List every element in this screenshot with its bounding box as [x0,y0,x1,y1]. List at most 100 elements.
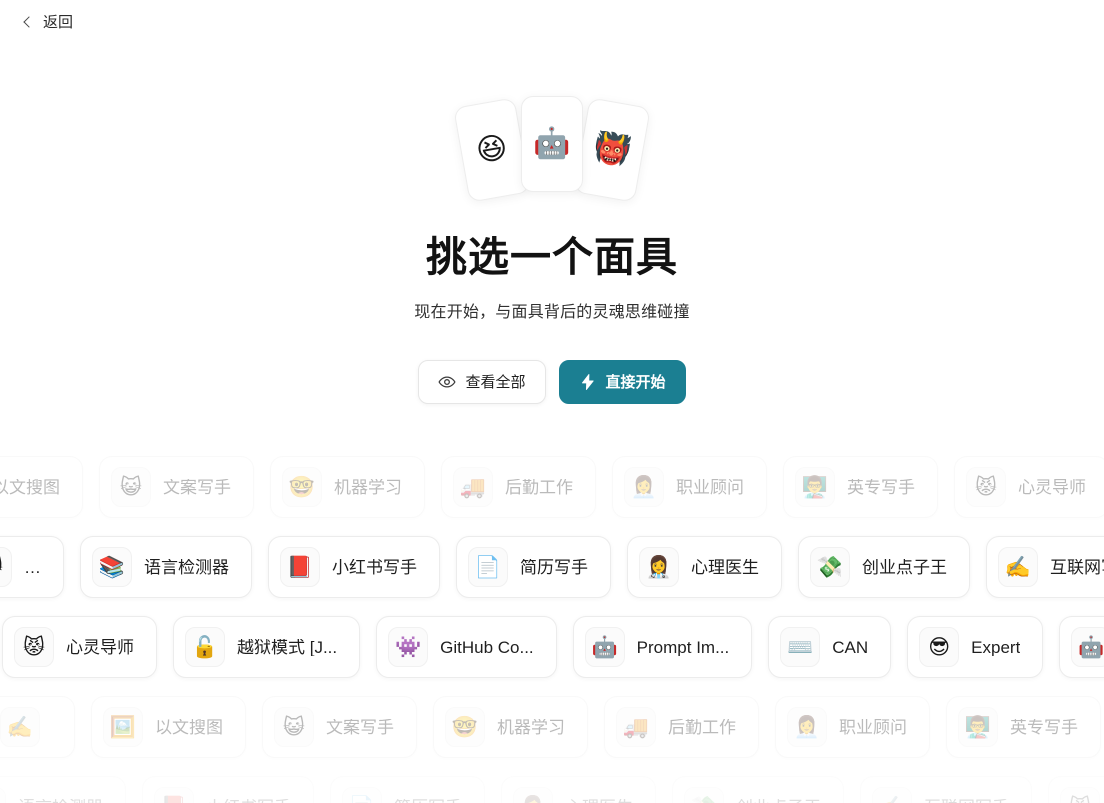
start-button[interactable]: 直接开始 [558,360,686,405]
mask-chip-label: 简历写手 [520,558,588,576]
mask-emoji-icon: 🚚 [453,467,493,507]
mask-chip-label: GitHub Co... [440,638,534,656]
mask-emoji-icon: 💸 [810,547,850,587]
mask-chip[interactable]: 📄 简历写手 [330,776,485,803]
mask-chip-label: 心灵导师 [66,638,134,656]
mask-chip-label: 心理医生 [691,558,759,576]
mask-chip[interactable]: 📚 语言检测器 [80,536,252,598]
robot-mask-card: 🤖 [521,96,583,192]
mask-emoji-icon: ✍️ [998,547,1038,587]
mask-chip[interactable]: 😾 心灵导师 [2,616,157,678]
mask-chip-label: 创业点子王 [736,799,821,803]
mask-emoji-icon: 📕 [280,547,320,587]
back-button[interactable]: 返回 [18,13,77,32]
mask-chip[interactable]: 📕 小红书写手 [142,776,314,803]
mask-chip-label: 创业点子王 [862,558,947,576]
back-button-label: 返回 [43,13,74,31]
mask-emoji-icon: ✍️ [0,707,40,747]
mask-card-stack: 😆 🤖 👹 [0,96,1104,216]
mask-emoji-icon: 📕 [154,787,194,803]
mask-emoji-icon: 😎 [919,627,960,667]
mask-chip[interactable]: 💸 创业点子王 [798,536,970,598]
mask-emoji-icon: 💸 [684,787,724,803]
mask-row-2: 😾…📚语言检测器📕小红书写手📄简历写手👩‍⚕️心理医生💸创业点子王✍️互联网写手 [0,527,1104,607]
mask-chip[interactable]: 🤓 机器学习 [433,696,588,758]
mask-emoji-icon: 📄 [342,787,382,803]
mask-chip[interactable]: 🖼️以文搜图 [91,696,246,758]
mask-emoji-icon: 🖼️ [103,707,143,747]
mask-chip[interactable]: ✍️ 互联网写手 [860,776,1032,803]
view-all-button[interactable]: 查看全部 [418,360,546,405]
mask-chip[interactable]: 📄 简历写手 [456,536,611,598]
mask-chip-label: 小红书写手 [206,799,291,803]
mask-chip[interactable]: 👩‍⚕️ 心理医生 [501,776,656,803]
mask-emoji-icon: 😾 [0,547,12,587]
mask-emoji-icon: 😾 [1060,787,1100,803]
mask-chip[interactable]: ✍️ 互联网写手 [986,536,1104,598]
mask-chip[interactable]: 😾 [1048,776,1104,803]
mask-chip[interactable]: 🚚 后勤工作 [604,696,759,758]
lightning-icon [579,373,597,391]
mask-chip-label: 机器学习 [334,478,402,496]
mask-emoji-icon: 📚 [0,787,6,803]
ogre-icon: 👹 [590,130,634,169]
squinting-face-mask-card: 😆 [453,97,531,203]
mask-emoji-icon: 🤖 [584,627,625,667]
mask-chip-label: 语言检测器 [144,558,229,576]
mask-row-4: ✍️🖼️以文搜图😺文案写手🤓机器学习🚚后勤工作👩‍💼职业顾问👨‍🏫英专写手😾 [0,687,1104,767]
chevron-left-icon [22,16,34,28]
mask-chip[interactable]: 👨‍🏫 英专写手 [783,456,938,518]
mask-chip[interactable]: 👨‍🏫 英专写手 [946,696,1101,758]
mask-chip-label: 文案写手 [163,478,231,496]
mask-chip[interactable]: 😺 文案写手 [262,696,417,758]
mask-chip[interactable]: 👩‍💼 职业顾问 [775,696,930,758]
robot-icon: 🤖 [533,127,571,160]
mask-chip[interactable]: 😎 Expert [907,616,1044,678]
mask-chip[interactable]: 😾 心灵导师 [954,456,1104,518]
mask-chip-label: … [24,558,41,576]
view-all-label: 查看全部 [465,373,526,391]
mask-chip-label: 小红书写手 [332,558,417,576]
mask-chip[interactable]: 👩‍⚕️ 心理医生 [627,536,782,598]
hero-section: 😆 🤖 👹 挑选一个面具 现在开始，与面具背后的灵魂思维碰撞 查看全部 直接开始 [0,44,1104,405]
mask-chip[interactable]: 😺 文案写手 [99,456,254,518]
mask-chip-label: 后勤工作 [668,718,736,736]
mask-emoji-icon: 👩‍💼 [624,467,664,507]
mask-chip-label: 英专写手 [847,478,915,496]
mask-chip[interactable]: 😾… [0,536,64,598]
mask-emoji-icon: 😺 [274,707,314,747]
mask-chip-label: 互联网写手 [924,799,1009,803]
mask-chip-label: 职业顾问 [839,718,907,736]
page-title: 挑选一个面具 [426,234,678,280]
mask-chip-label: 心灵导师 [1018,478,1086,496]
mask-chip-label: CAN [832,638,869,656]
mask-chip[interactable]: 👩‍💼 职业顾问 [612,456,767,518]
mask-chip[interactable]: 🤖 [1059,616,1104,678]
mask-emoji-icon: 👩‍⚕️ [639,547,679,587]
mask-chip[interactable]: 🤖 Prompt Im... [572,616,753,678]
mask-chip-label: 互联网写手 [1050,558,1104,576]
mask-emoji-icon: 😾 [14,627,54,667]
mask-chip[interactable]: 📚 语言检测器 [0,776,126,803]
mask-emoji-icon: 👨‍🏫 [795,467,835,507]
mask-chip-label: 文案写手 [326,718,394,736]
mask-chip[interactable]: 🚚 后勤工作 [441,456,596,518]
mask-emoji-icon: 👩‍💼 [787,707,827,747]
mask-chip[interactable]: 📕 小红书写手 [268,536,440,598]
mask-chip[interactable]: ✍️ [0,696,75,758]
mask-chip[interactable]: 🤓 机器学习 [270,456,425,518]
mask-emoji-icon: 📚 [92,547,132,587]
mask-chip[interactable]: 🔓 越狱模式 [J... [173,616,361,678]
mask-emoji-icon: 🤓 [445,707,485,747]
mask-emoji-icon: 😺 [111,467,151,507]
mask-chip[interactable]: 🖼️以文搜图 [0,456,83,518]
mask-chip[interactable]: ⌨️ CAN [768,616,892,678]
mask-picker-screen: 返回 😆 🤖 👹 挑选一个面具 现在开始，与面具背后的灵魂思维碰撞 查看全部 直… [0,0,1104,803]
mask-row-3: 😾 心灵导师 🔓 越狱模式 [J... 👾 GitHub Co... 🤖 Prompt Im.… [2,607,1104,687]
action-buttons: 查看全部 直接开始 [0,360,1104,405]
mask-chip[interactable]: 💸 创业点子王 [672,776,844,803]
ogre-mask-card: 👹 [573,97,651,203]
mask-emoji-icon: 🤓 [282,467,322,507]
mask-chip[interactable]: 👾 GitHub Co... [376,616,557,678]
mask-emoji-icon: 🔓 [185,627,225,667]
